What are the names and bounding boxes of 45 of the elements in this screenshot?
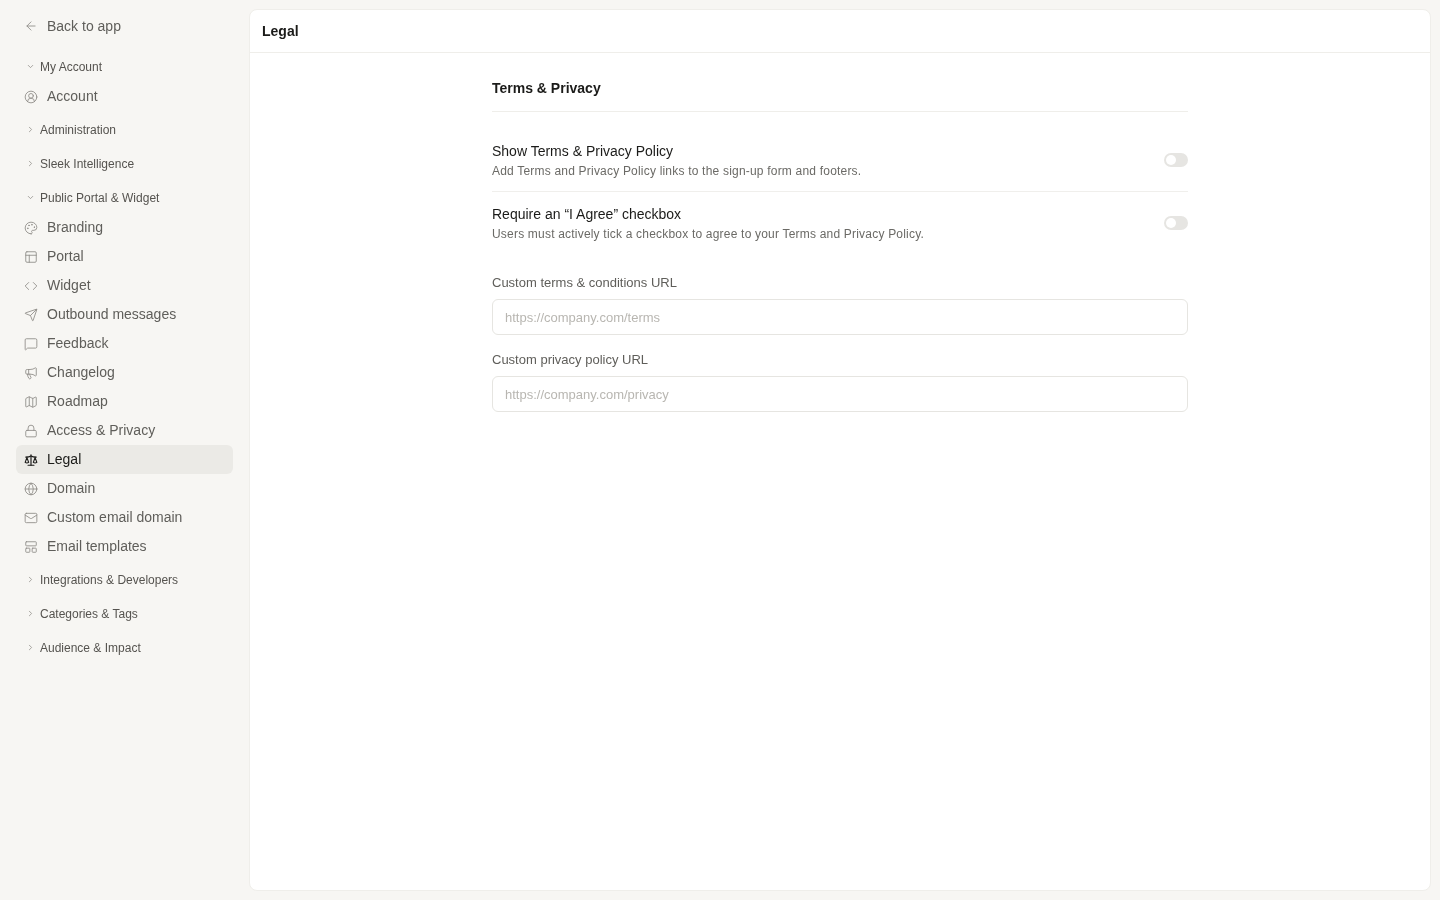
setting-title: Show Terms & Privacy Policy (492, 142, 674, 161)
setting-description: Users must actively tick a checkbox to agree to your Terms and Privacy Policy. (492, 226, 924, 242)
setting-description: Add Terms and Privacy Policy links to the sign-up form and footers. (492, 163, 862, 179)
sidebar-item[interactable]: Account (16, 82, 233, 111)
sidebar-group-header[interactable]: Audience & Impact (16, 632, 233, 663)
sidebar-item[interactable]: Outbound messages (16, 300, 233, 329)
url-input-field[interactable]: https://company.com/terms (492, 299, 1188, 335)
map-icon (24, 394, 38, 409)
user-circle-icon (24, 89, 38, 104)
layout-icon (24, 539, 38, 554)
sidebar-group-header[interactable]: Sleek Intelligence (16, 148, 233, 179)
field-label: Custom terms & conditions URL (492, 274, 678, 292)
setting-title: Require an “I Agree” checkbox (492, 205, 683, 224)
sidebar-item[interactable]: Custom email domain (16, 503, 233, 532)
url-input-field[interactable]: https://company.com/privacy (492, 376, 1188, 412)
sidebar-item[interactable]: Portal (16, 242, 233, 271)
scale-icon (24, 452, 38, 467)
sidebar-item[interactable]: Widget (16, 271, 233, 300)
back-link[interactable]: Back to app (16, 12, 233, 40)
palette-icon (24, 220, 38, 235)
sidebar-item[interactable]: Feedback (16, 329, 233, 358)
toggle-switch[interactable] (1164, 216, 1188, 230)
section-title: Terms & Privacy (492, 79, 602, 98)
sidebar-group-header[interactable]: Integrations & Developers (16, 564, 233, 595)
sidebar-item[interactable]: Email templates (16, 532, 233, 561)
speech-bubble-icon (24, 336, 38, 351)
megaphone-icon (24, 365, 38, 380)
page-title: Legal (262, 21, 299, 41)
sidebar-group-header[interactable]: Public Portal & Widget (16, 182, 233, 213)
envelope-icon (24, 510, 38, 525)
sidebar-item[interactable]: Access & Privacy (16, 416, 233, 445)
paper-plane-icon (24, 307, 38, 322)
sidebar-group-header[interactable]: Categories & Tags (16, 598, 233, 629)
sidebar-item[interactable]: Branding (16, 213, 233, 242)
sidebar-item[interactable]: Roadmap (16, 387, 233, 416)
lock-icon (24, 423, 38, 438)
layout-panel-icon (24, 249, 38, 264)
field-label: Custom privacy policy URL (492, 351, 650, 369)
globe-icon (24, 481, 38, 496)
sidebar-item[interactable]: Domain (16, 474, 233, 503)
sidebar-group-header[interactable]: My Account (16, 51, 233, 82)
sidebar-item[interactable]: Legal (16, 445, 233, 474)
toggle-switch[interactable] (1164, 153, 1188, 167)
sidebar-item[interactable]: Changelog (16, 358, 233, 387)
sidebar-group-header[interactable]: Administration (16, 114, 233, 145)
